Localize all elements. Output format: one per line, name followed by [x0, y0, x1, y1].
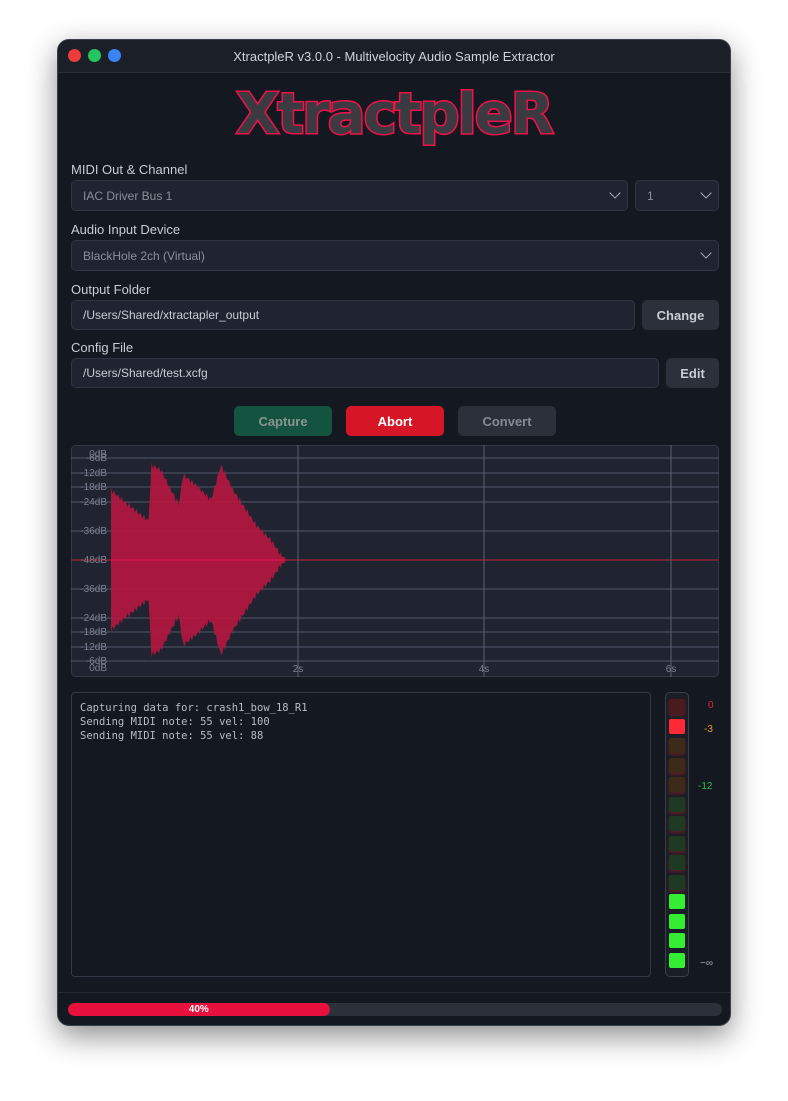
meter-segment — [669, 874, 685, 890]
app-window: XtractpleR v3.0.0 - Multivelocity Audio … — [57, 39, 731, 1026]
meter-segment — [669, 933, 685, 948]
meter-segment — [669, 835, 685, 851]
window-title: XtractpleR v3.0.0 - Multivelocity Audio … — [233, 48, 555, 64]
meter-segment — [669, 718, 685, 734]
db-label: 0dB — [89, 663, 107, 674]
meter-segment — [669, 757, 685, 773]
midi-channel-select[interactable]: 1 — [635, 180, 719, 211]
progress-fill: 40% — [68, 1003, 330, 1016]
output-folder-input[interactable]: /Users/Shared/xtractapler_output — [71, 300, 635, 330]
waveform-display: 0dB -6dB -12dB -18dB -24dB -36dB -48dB -36dB -24… — [71, 445, 719, 677]
midi-label: MIDI Out & Channel — [71, 162, 188, 177]
time-label: 4s — [479, 664, 490, 675]
progress-bar: 40% — [68, 1003, 722, 1016]
db-label: -6dB — [86, 453, 107, 464]
log-line: Sending MIDI note: 55 vel: 88 — [80, 730, 264, 742]
time-label: 2s — [293, 664, 304, 675]
log-line: Capturing data for: crash1_bow_18_R1 — [80, 702, 308, 714]
level-meter — [665, 692, 689, 977]
divider — [58, 992, 730, 993]
capture-button[interactable]: Capture — [234, 406, 332, 436]
db-label: -36dB — [80, 526, 107, 537]
meter-segment — [669, 952, 685, 968]
convert-button[interactable]: Convert — [458, 406, 556, 436]
abort-button[interactable]: Abort — [346, 406, 444, 436]
chevron-down-icon — [700, 247, 712, 259]
chevron-down-icon — [700, 187, 712, 199]
meter-segment — [669, 913, 685, 929]
meter-label-minus3: -3 — [704, 724, 713, 735]
meter-label-minus12: -12 — [698, 781, 713, 792]
chevron-down-icon — [609, 187, 621, 199]
title-bar: XtractpleR v3.0.0 - Multivelocity Audio … — [58, 40, 730, 73]
config-file-input[interactable]: /Users/Shared/test.xcfg — [71, 358, 659, 388]
db-label: -12dB — [80, 468, 107, 479]
config-label: Config File — [71, 340, 134, 355]
app-logo: XtractpleR — [235, 81, 556, 149]
db-label: -36dB — [80, 584, 107, 595]
edit-config-button[interactable]: Edit — [666, 358, 719, 388]
db-label: -18dB — [80, 627, 107, 638]
meter-segment — [669, 796, 685, 812]
db-label: -24dB — [80, 497, 107, 508]
time-label: 6s — [666, 664, 677, 675]
log-line: Sending MIDI note: 55 vel: 100 — [80, 716, 270, 728]
meter-segment — [669, 816, 685, 831]
db-label: -12dB — [80, 642, 107, 653]
db-label: -18dB — [80, 482, 107, 493]
meter-segment — [669, 738, 685, 753]
output-label: Output Folder — [71, 282, 151, 297]
meter-segment — [669, 699, 685, 714]
meter-label-inf: −∞ — [700, 958, 713, 969]
midi-device-value: IAC Driver Bus 1 — [83, 188, 173, 203]
db-label: -48dB — [80, 555, 107, 566]
close-button[interactable] — [68, 49, 81, 62]
log-output: Capturing data for: crash1_bow_18_R1 Sen… — [71, 692, 651, 977]
meter-label-0: 0 — [708, 700, 714, 711]
midi-channel-value: 1 — [647, 188, 654, 203]
minimize-button[interactable] — [88, 49, 101, 62]
audio-device-select[interactable]: BlackHole 2ch (Virtual) — [71, 240, 719, 271]
audio-label: Audio Input Device — [71, 222, 181, 237]
audio-device-value: BlackHole 2ch (Virtual) — [83, 248, 205, 263]
meter-segment — [669, 777, 685, 792]
midi-device-select[interactable]: IAC Driver Bus 1 — [71, 180, 628, 211]
meter-segment — [669, 855, 685, 870]
db-label: -24dB — [80, 613, 107, 624]
maximize-button[interactable] — [108, 49, 121, 62]
change-folder-button[interactable]: Change — [642, 300, 719, 330]
meter-segment — [669, 894, 685, 909]
